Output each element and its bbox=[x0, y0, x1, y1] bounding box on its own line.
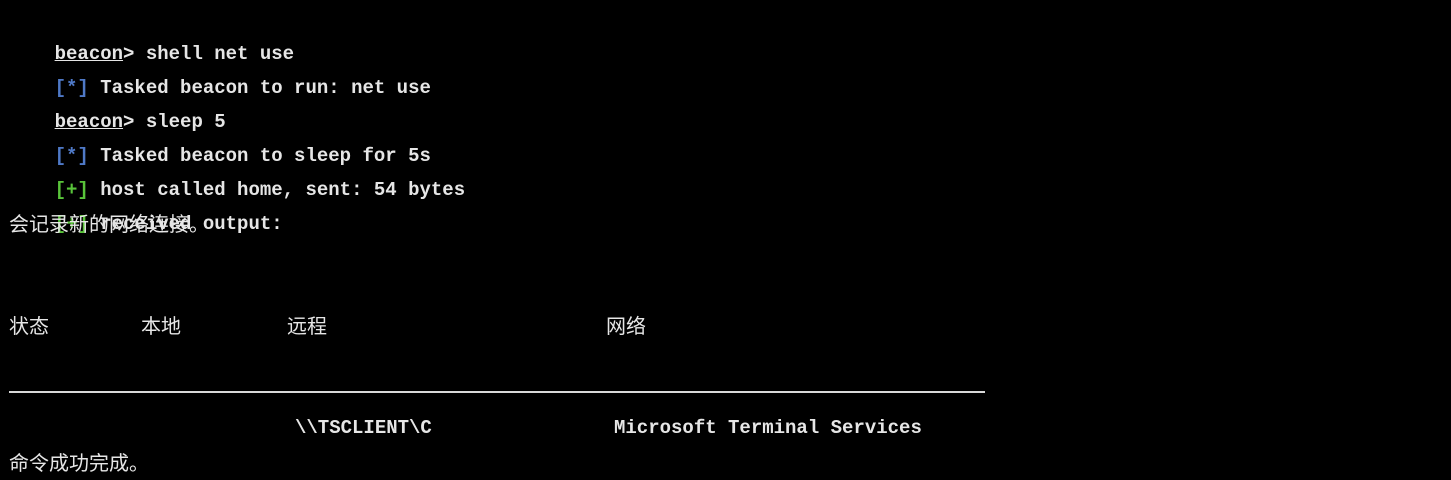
output-line: [*] Tasked beacon to sleep for 5s bbox=[9, 105, 431, 167]
column-header-network: 网络 bbox=[606, 314, 646, 338]
completion-message: 命令成功完成。 bbox=[9, 451, 149, 475]
column-header-remote: 远程 bbox=[287, 314, 327, 338]
output-line: [+] received output: bbox=[9, 173, 283, 235]
column-header-local: 本地 bbox=[141, 314, 181, 338]
table-cell-remote: \\TSCLIENT\C bbox=[295, 417, 432, 439]
terminal-window[interactable]: beacon> shell net use [*] Tasked beacon … bbox=[0, 0, 1451, 480]
prompt-line: beacon> shell net use bbox=[9, 3, 294, 65]
table-divider bbox=[9, 391, 985, 393]
output-line: [*] Tasked beacon to run: net use bbox=[9, 37, 431, 99]
output-line: 会记录新的网络连接。 bbox=[9, 212, 209, 236]
output-line: [+] host called home, sent: 54 bytes bbox=[9, 139, 465, 201]
table-cell-network: Microsoft Terminal Services bbox=[614, 417, 922, 439]
prompt-line: beacon> sleep 5 bbox=[9, 71, 226, 133]
column-header-status: 状态 bbox=[9, 314, 49, 338]
